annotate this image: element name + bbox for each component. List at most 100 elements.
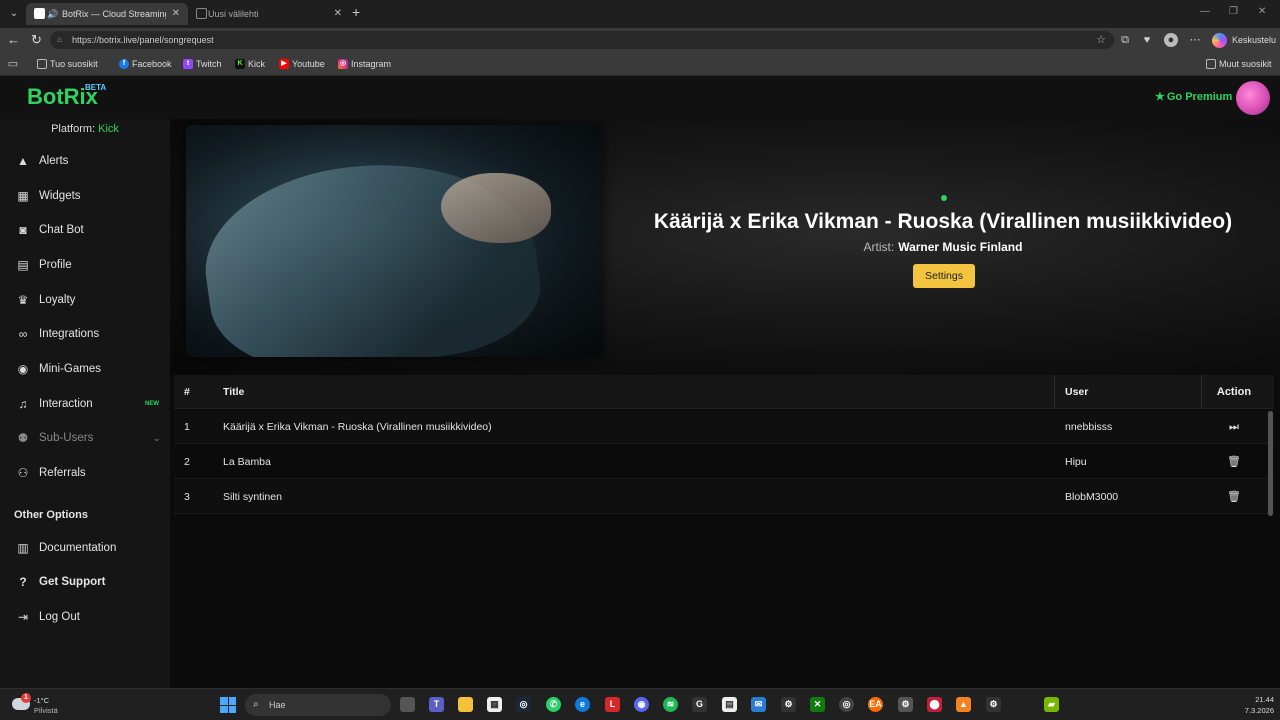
logitech-icon[interactable]: G: [692, 697, 707, 712]
more-menu-icon[interactable]: ⋯: [1188, 33, 1202, 47]
botrix-logo[interactable]: BotRix BETA: [27, 83, 106, 110]
file-explorer-icon[interactable]: [458, 697, 473, 712]
url-text: https://botrix.live/panel/songrequest: [72, 35, 214, 45]
column-divider: [1054, 375, 1055, 409]
question-circle-icon: ?: [19, 575, 27, 589]
settings-button[interactable]: Settings: [913, 264, 975, 288]
bookmark-label: Tuo suosikit: [50, 59, 98, 69]
mail-icon[interactable]: ✉: [751, 697, 766, 712]
sidebar-item-profile[interactable]: ▤ Profile: [0, 250, 170, 280]
premium-label: Go Premium: [1166, 91, 1233, 103]
xbox-icon[interactable]: ✕: [810, 697, 825, 712]
bookmark-other[interactable]: Muut suosikit: [1206, 58, 1272, 70]
back-arrow-icon[interactable]: ←: [7, 32, 20, 48]
alert-triangle-icon: ▲: [17, 154, 29, 168]
teams-icon[interactable]: T: [429, 697, 444, 712]
store-icon[interactable]: ▦: [487, 697, 502, 712]
folder-icon: [1206, 59, 1216, 69]
sidebar-item-label: Alerts: [39, 155, 69, 167]
spotify-icon[interactable]: ≋: [663, 697, 678, 712]
reload-icon[interactable]: ↻: [31, 32, 42, 48]
clock-date: 7.3.2026: [1244, 706, 1274, 715]
favorites-list-icon[interactable]: ♥: [1140, 33, 1154, 47]
now-playing-artist: Artist: Warner Music Finland: [602, 240, 1280, 254]
sidebar-item-chat-bot[interactable]: ◙ Chat Bot: [0, 215, 170, 245]
maximize-icon[interactable]: ❐: [1229, 6, 1238, 17]
favorite-star-icon[interactable]: ☆: [1096, 31, 1106, 49]
import-icon: [37, 59, 47, 69]
skip-icon[interactable]: ⏭: [1204, 410, 1264, 444]
ea-app-icon[interactable]: EA: [868, 697, 883, 712]
sidebar-item-alerts[interactable]: ▲ Alerts: [0, 146, 170, 176]
sidebar-item-interaction[interactable]: ♫ Interaction NEW: [0, 389, 170, 419]
weather-widget[interactable]: 1 -1°C Pilvistä: [12, 693, 72, 717]
close-tab-icon[interactable]: ✕: [172, 3, 180, 25]
copilot-chat-button[interactable]: Keskustelu: [1212, 31, 1276, 49]
bookmark-instagram[interactable]: ◎ Instagram: [338, 58, 391, 70]
bookmark-label: Facebook: [132, 59, 172, 69]
notepad-icon[interactable]: ▤: [722, 697, 737, 712]
extensions-icon[interactable]: ⧉: [1118, 33, 1132, 47]
tab-botrix[interactable]: 🔊 BotRix — Cloud Streaming Bo ✕: [26, 3, 188, 25]
minimize-icon[interactable]: —: [1200, 6, 1210, 17]
copilot-icon: [1212, 33, 1227, 48]
avatar[interactable]: [1236, 81, 1270, 115]
control-panel-icon[interactable]: ⚙: [898, 697, 913, 712]
go-premium-button[interactable]: ★ Go Premium: [1155, 90, 1232, 103]
new-tab-plus-icon[interactable]: +: [352, 4, 360, 20]
sidebar-item-get-support[interactable]: ? Get Support: [0, 567, 170, 597]
windows-start-icon[interactable]: [220, 697, 236, 713]
riot-client-icon[interactable]: ⬤: [927, 697, 942, 712]
edge-browser-icon[interactable]: e: [575, 697, 590, 712]
row-number: 2: [184, 456, 190, 468]
site-info-icon[interactable]: ⌂: [57, 31, 62, 49]
nvidia-icon[interactable]: ▰: [1044, 697, 1059, 712]
sidebar-item-label: Integrations: [39, 328, 100, 340]
close-tab-icon[interactable]: ✕: [334, 3, 342, 25]
sidebar-item-label: Documentation: [39, 542, 117, 554]
sidebar-item-widgets[interactable]: ▦ Widgets: [0, 181, 170, 211]
bookmark-kick[interactable]: K Kick: [235, 58, 265, 70]
audio-playing-icon[interactable]: 🔊: [47, 3, 58, 25]
sidebar-item-mini-games[interactable]: ◉ Mini-Games: [0, 354, 170, 384]
vlc-icon[interactable]: ▲: [956, 697, 971, 712]
table-scrollbar[interactable]: [1268, 411, 1273, 516]
link-icon: ∞: [18, 327, 28, 341]
steam-icon[interactable]: ◎: [516, 697, 531, 712]
bookmark-label: Instagram: [351, 59, 392, 69]
sidebar-item-log-out[interactable]: ⇥ Log Out: [0, 602, 170, 632]
sidebar-item-label: Loyalty: [39, 294, 76, 306]
taskbar-search[interactable]: ⌕ Hae: [245, 694, 391, 716]
tab-actions-menu-icon[interactable]: ⌄: [6, 6, 22, 22]
address-toolbar: ← ↻ ⌂ https://botrix.live/panel/songrequ…: [0, 28, 1280, 52]
clock[interactable]: 21.44 7.3.2026: [1234, 694, 1274, 716]
trash-icon[interactable]: 🗑: [1204, 445, 1264, 479]
obs-icon[interactable]: ◎: [839, 697, 854, 712]
task-view-icon[interactable]: [400, 697, 415, 712]
tab-new[interactable]: Uusi välilehti ✕: [188, 3, 350, 25]
sidebar-item-loyalty[interactable]: ♛ Loyalty: [0, 285, 170, 315]
bookmark-twitch[interactable]: t Twitch: [183, 58, 222, 70]
sidebar-item-referrals[interactable]: ⚇ Referrals: [0, 458, 170, 488]
profile-icon[interactable]: ●: [1164, 33, 1178, 47]
sidebar-item-sub-users[interactable]: ⚉ Sub-Users ⌄: [0, 423, 170, 453]
sidebar-item-label: Sub-Users: [39, 432, 94, 444]
whatsapp-icon[interactable]: ✆: [546, 697, 561, 712]
book-icon: ▥: [17, 541, 29, 555]
sidebar-item-documentation[interactable]: ▥ Documentation: [0, 533, 170, 563]
steelseries-icon[interactable]: ⚙: [986, 697, 1001, 712]
bookmark-facebook[interactable]: f Facebook: [119, 58, 172, 70]
bookmark-import[interactable]: Tuo suosikit: [37, 58, 98, 70]
video-player[interactable]: [186, 125, 602, 357]
sidebar-toggle-icon[interactable]: ▭: [6, 57, 20, 71]
table-row: 2 La Bamba Hipu 🗑: [174, 445, 1274, 479]
sidebar-item-label: Referrals: [39, 467, 86, 479]
url-bar[interactable]: ⌂ https://botrix.live/panel/songrequest …: [50, 31, 1114, 49]
trash-icon[interactable]: 🗑: [1204, 480, 1264, 514]
settings-gear-icon[interactable]: ⚙: [781, 697, 796, 712]
league-launcher-icon[interactable]: L: [605, 697, 620, 712]
sidebar-item-integrations[interactable]: ∞ Integrations: [0, 319, 170, 349]
bookmark-youtube[interactable]: ▶ Youtube: [279, 58, 325, 70]
close-window-icon[interactable]: ✕: [1258, 6, 1266, 17]
discord-icon[interactable]: ◉: [634, 697, 649, 712]
